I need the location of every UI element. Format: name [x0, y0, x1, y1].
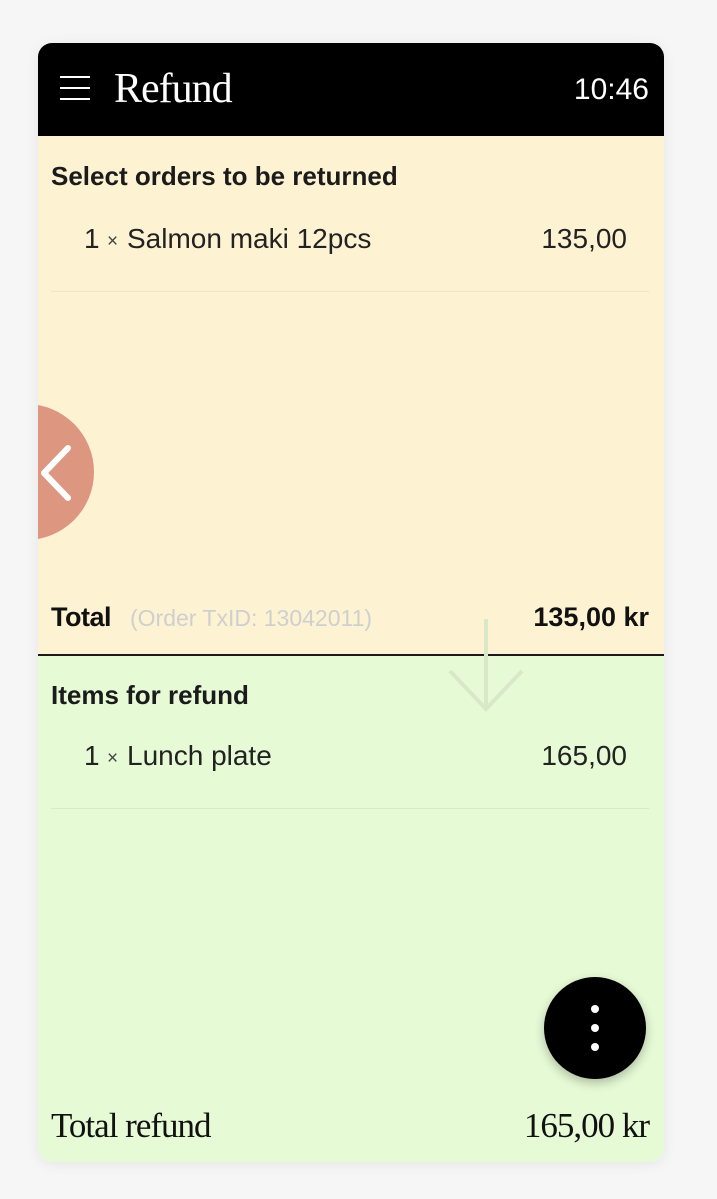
refund-heading: Items for refund	[51, 680, 249, 710]
orders-section: Select orders to be returned 1 × Salmon …	[38, 136, 664, 654]
order-item-qty: 1	[84, 223, 100, 254]
order-item-price: 135,00	[541, 223, 627, 254]
status-time: 10:46	[573, 73, 649, 106]
refund-item-price: 165,00	[541, 740, 627, 771]
chevron-left-icon	[41, 445, 71, 501]
orders-total-row: Total (Order TxID: 13042011) 135,00 kr	[51, 602, 649, 642]
orders-heading: Select orders to be returned	[51, 161, 398, 191]
multiply-icon: ×	[107, 748, 119, 769]
refund-line-item[interactable]: 1 × Lunch plate 165,00	[51, 728, 649, 788]
refund-total-label: Total refund	[51, 1106, 212, 1145]
multiply-icon: ×	[107, 231, 119, 252]
order-line-item[interactable]: 1 × Salmon maki 12pcs 135,00	[51, 211, 649, 271]
page-title: Refund	[114, 66, 233, 112]
orders-total-label: Total	[51, 602, 112, 632]
refund-screen: Refund 10:46 Select orders to be returne…	[38, 43, 664, 1162]
refund-section: Items for refund 1 × Lunch plate 165,00	[38, 654, 664, 1162]
refund-item-name: Lunch plate	[127, 740, 272, 771]
refund-item-qty: 1	[84, 740, 100, 771]
orders-total-amount: 135,00 kr	[533, 602, 649, 632]
more-options-button[interactable]	[544, 977, 646, 1079]
order-txid: (Order TxID: 13042011)	[130, 605, 373, 631]
refund-divider	[51, 808, 649, 809]
app-bar: Refund 10:46	[38, 43, 664, 136]
refund-total-amount: 165,00 kr	[523, 1106, 650, 1145]
hamburger-menu-icon[interactable]	[60, 75, 90, 101]
refund-total-row: Total refund 165,00 kr	[51, 1106, 650, 1156]
orders-divider	[51, 291, 649, 292]
order-item-name: Salmon maki 12pcs	[127, 223, 372, 254]
